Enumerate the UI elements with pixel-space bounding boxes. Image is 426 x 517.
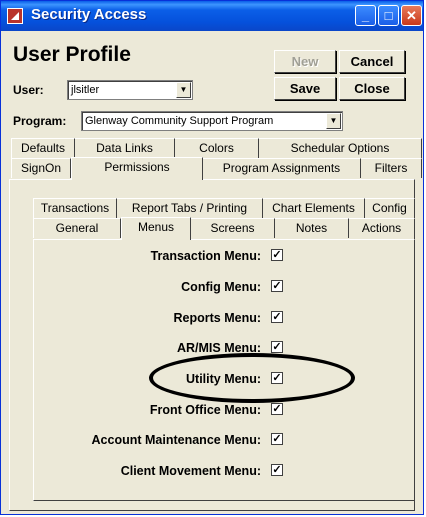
menu-label: Client Movement Menu:	[120, 464, 261, 478]
user-select[interactable]: jlsitler ▼	[67, 80, 193, 100]
tab-filters[interactable]: Filters	[361, 158, 422, 178]
tab-config[interactable]: Config	[365, 198, 415, 218]
tab-permissions[interactable]: Permissions	[71, 157, 203, 180]
tab-signon[interactable]: SignOn	[11, 158, 71, 178]
menu-label: Config Menu:	[181, 280, 261, 294]
program-label: Program:	[13, 114, 67, 128]
tab-schedular-options[interactable]: Schedular Options	[259, 138, 422, 158]
maximize-icon[interactable]: □	[378, 5, 399, 26]
tab-transactions[interactable]: Transactions	[33, 198, 117, 218]
menu-label: Account Maintenance Menu:	[91, 433, 261, 447]
ar-mis-menu-checkbox[interactable]: ✓	[271, 341, 283, 353]
menu-label: Transaction Menu:	[150, 249, 261, 263]
menu-label: Reports Menu:	[173, 311, 262, 325]
user-label: User:	[13, 83, 44, 97]
client-movement-menu-checkbox[interactable]: ✓	[271, 464, 283, 476]
tab-row-2: SignOn Permissions Program Assignments F…	[9, 157, 422, 180]
tab-row-1: Defaults Data Links Colors Schedular Opt…	[9, 138, 422, 158]
save-button[interactable]: Save	[274, 77, 336, 100]
new-button[interactable]: New	[274, 50, 336, 73]
transaction-menu-checkbox[interactable]: ✓	[271, 249, 283, 261]
page-title: User Profile	[13, 43, 131, 66]
security-access-window: Security Access _ □ ✕ User Profile User:…	[0, 0, 424, 515]
subtab-row-1: Transactions Report Tabs / Printing Char…	[33, 198, 415, 218]
tab-colors[interactable]: Colors	[175, 138, 259, 158]
reports-menu-checkbox[interactable]: ✓	[271, 311, 283, 323]
app-icon	[7, 8, 23, 24]
close-icon[interactable]: ✕	[401, 5, 422, 26]
close-button[interactable]: Close	[339, 77, 405, 100]
window-title: Security Access	[31, 6, 147, 23]
tab-screens[interactable]: Screens	[191, 218, 275, 238]
menu-row-client-movement: Client Movement Menu: ✓	[1, 464, 291, 480]
menu-row-account-maintenance: Account Maintenance Menu: ✓	[1, 433, 291, 449]
front-office-menu-checkbox[interactable]: ✓	[271, 403, 283, 415]
chevron-down-icon[interactable]: ▼	[176, 82, 191, 98]
menu-row-reports: Reports Menu: ✓	[1, 311, 291, 327]
account-maintenance-menu-checkbox[interactable]: ✓	[271, 433, 283, 445]
cancel-button[interactable]: Cancel	[339, 50, 405, 73]
tab-general[interactable]: General	[33, 218, 121, 238]
minimize-icon[interactable]: _	[355, 5, 376, 26]
menu-row-front-office: Front Office Menu: ✓	[1, 403, 291, 419]
menu-row-transaction: Transaction Menu: ✓	[1, 249, 291, 265]
menu-label: Front Office Menu:	[149, 403, 261, 417]
tab-notes[interactable]: Notes	[275, 218, 349, 238]
user-value: jlsitler	[71, 84, 100, 96]
tab-defaults[interactable]: Defaults	[11, 138, 75, 158]
program-select[interactable]: Glenway Community Support Program ▼	[81, 111, 343, 131]
chevron-down-icon[interactable]: ▼	[326, 113, 341, 129]
config-menu-checkbox[interactable]: ✓	[271, 280, 283, 292]
tab-chart-elements[interactable]: Chart Elements	[263, 198, 365, 218]
tab-program-assignments[interactable]: Program Assignments	[203, 158, 361, 178]
subtab-row-2: General Menus Screens Notes Actions	[33, 217, 415, 240]
highlight-ellipse	[149, 353, 355, 403]
tab-menus[interactable]: Menus	[121, 217, 191, 240]
tab-data-links[interactable]: Data Links	[75, 138, 175, 158]
menu-row-config: Config Menu: ✓	[1, 280, 291, 296]
program-value: Glenway Community Support Program	[85, 115, 274, 127]
tab-report-tabs-printing[interactable]: Report Tabs / Printing	[117, 198, 263, 218]
tab-actions[interactable]: Actions	[349, 218, 415, 238]
title-bar[interactable]: Security Access _ □ ✕	[1, 1, 423, 31]
